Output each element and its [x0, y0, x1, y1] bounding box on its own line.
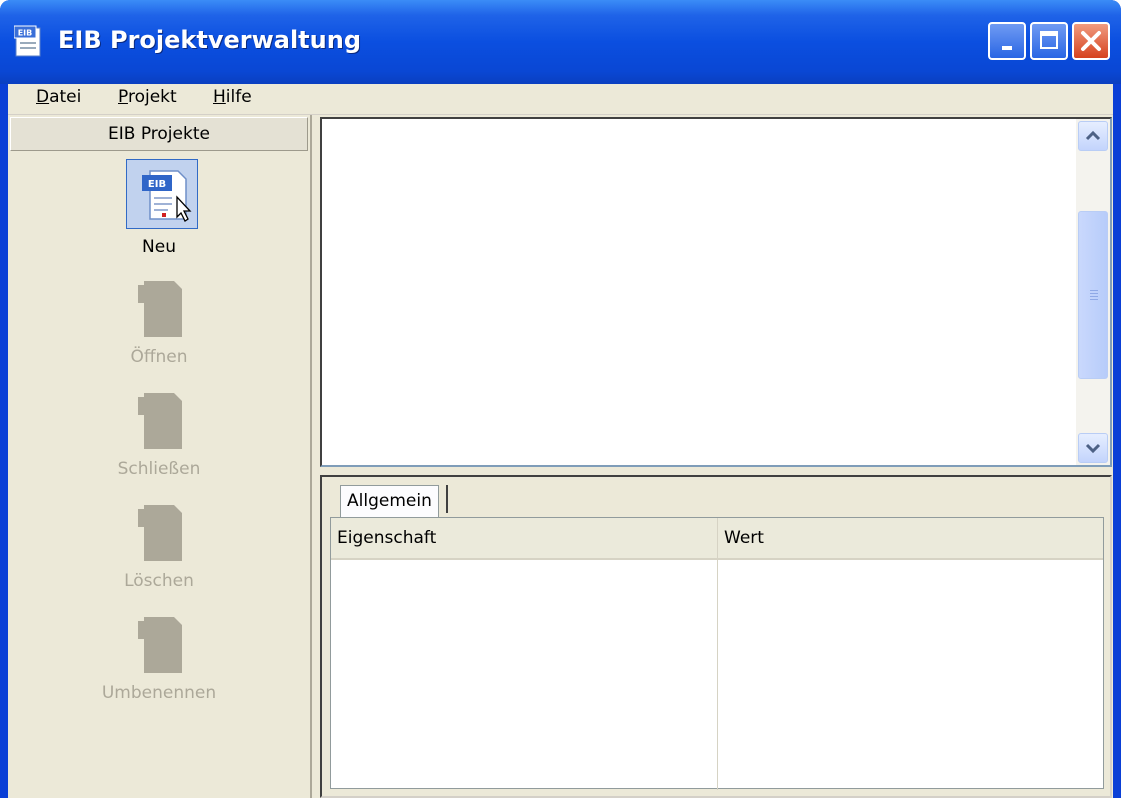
app-icon: EIB [14, 25, 41, 57]
properties-grid[interactable]: Eigenschaft Wert [330, 517, 1104, 790]
minimize-icon [1002, 46, 1012, 50]
properties-panel: Allgemein Eigenschaft Wert [320, 475, 1112, 798]
delete-project-icon [138, 505, 182, 561]
scroll-up-button[interactable] [1078, 121, 1108, 151]
vertical-scrollbar[interactable] [1076, 119, 1110, 465]
tab-allgemein[interactable]: Allgemein [340, 485, 439, 517]
tool-delete[interactable]: Löschen [8, 497, 310, 607]
minimize-button[interactable] [988, 22, 1026, 60]
maximize-icon [1040, 31, 1058, 49]
chevron-up-icon [1085, 130, 1101, 141]
main-pane: Allgemein Eigenschaft Wert [314, 115, 1113, 798]
scroll-thumb[interactable] [1078, 211, 1108, 379]
chevron-down-icon [1085, 443, 1101, 454]
menu-bar: Datei Projekt Hilfe [8, 84, 1113, 115]
column-header-eigenschaft[interactable]: Eigenschaft [331, 518, 717, 558]
tab-separator [446, 485, 448, 513]
tool-new[interactable]: EIB Neu [8, 159, 310, 271]
menu-datei[interactable]: Datei [36, 87, 81, 107]
tool-rename-label: Umbenennen [101, 683, 217, 703]
column-divider[interactable] [717, 518, 718, 790]
maximize-button[interactable] [1030, 22, 1068, 60]
new-project-icon: EIB [142, 170, 192, 222]
rename-project-icon [138, 617, 182, 673]
tool-rename[interactable]: Umbenennen [8, 609, 310, 719]
scroll-down-button[interactable] [1078, 433, 1108, 463]
project-sidebar: EIB Projekte EIB Neu Öffnen Schließen Lö… [8, 115, 312, 798]
client-area: Datei Projekt Hilfe EIB Projekte EIB Neu… [8, 84, 1113, 798]
open-project-icon [138, 281, 182, 337]
close-icon [1081, 31, 1101, 51]
tool-open[interactable]: Öffnen [8, 273, 310, 383]
app-icon-label: EIB [18, 29, 33, 38]
tool-new-label: Neu [142, 237, 176, 257]
project-tree[interactable] [320, 117, 1112, 467]
tool-close[interactable]: Schließen [8, 385, 310, 495]
tool-delete-label: Löschen [124, 571, 194, 591]
column-header-wert[interactable]: Wert [718, 518, 1103, 558]
close-project-icon [138, 393, 182, 449]
tool-open-label: Öffnen [130, 347, 188, 367]
svg-text:EIB: EIB [148, 179, 166, 190]
menu-hilfe[interactable]: Hilfe [213, 87, 252, 107]
pane-splitter[interactable] [320, 467, 1112, 475]
app-window: EIB EIB Projektverwaltung Datei Projekt … [0, 0, 1121, 798]
window-title: EIB Projektverwaltung [58, 26, 361, 54]
close-button[interactable] [1072, 22, 1110, 60]
title-bar[interactable]: EIB EIB Projektverwaltung [0, 0, 1121, 84]
sidebar-header: EIB Projekte [10, 117, 308, 151]
menu-projekt[interactable]: Projekt [118, 87, 177, 107]
tool-close-label: Schließen [117, 459, 201, 479]
